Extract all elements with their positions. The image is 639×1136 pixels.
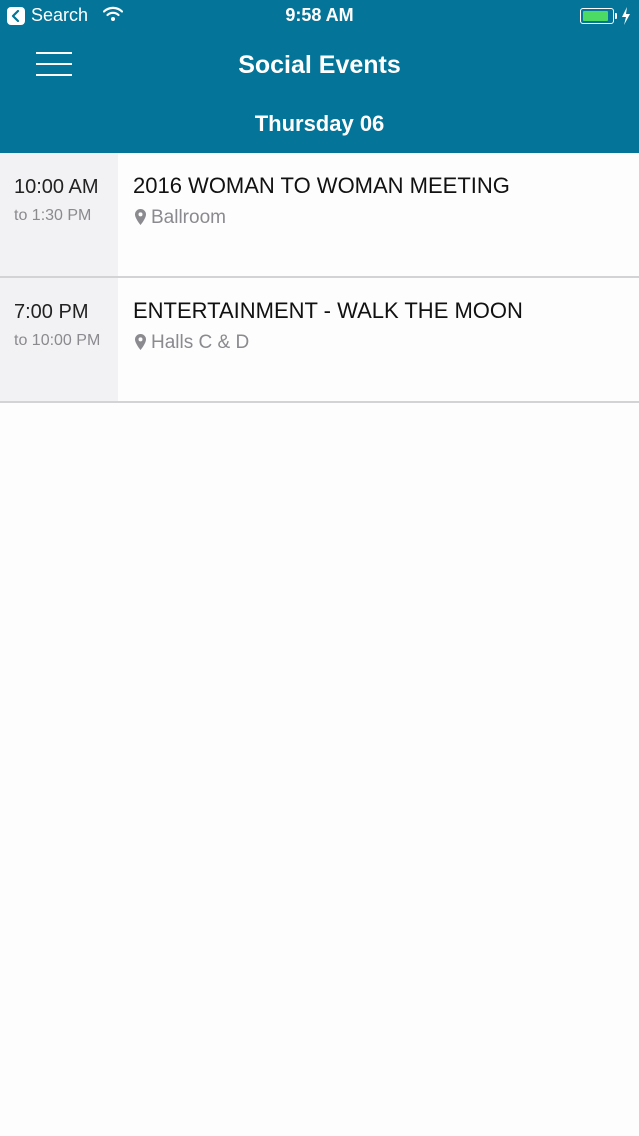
event-location: Ballroom <box>135 207 226 229</box>
event-title: 2016 WOMAN TO WOMAN MEETING <box>133 173 510 198</box>
event-location: Halls C & D <box>135 332 249 354</box>
battery-icon <box>580 8 614 24</box>
event-row[interactable]: 7:00 PM to 10:00 PM ENTERTAINMENT - WALK… <box>0 278 639 403</box>
battery-level-fill <box>583 11 608 21</box>
event-time-column: 10:00 AM to 1:30 PM <box>0 153 118 276</box>
page-title: Social Events <box>238 51 401 79</box>
charging-bolt-icon <box>622 7 630 25</box>
day-header: Thursday 06 <box>254 111 385 136</box>
event-time-column: 7:00 PM to 10:00 PM <box>0 278 118 401</box>
event-location-label: Ballroom <box>151 207 226 228</box>
location-pin-icon <box>135 209 146 225</box>
event-start-time: 10:00 AM <box>14 176 99 198</box>
event-title: ENTERTAINMENT - WALK THE MOON <box>133 298 523 323</box>
event-list: 10:00 AM to 1:30 PM 2016 WOMAN TO WOMAN … <box>0 153 639 403</box>
header: Search 9:58 AM Social Events Thursday 06 <box>0 0 639 153</box>
event-row[interactable]: 10:00 AM to 1:30 PM 2016 WOMAN TO WOMAN … <box>0 153 639 278</box>
event-start-time: 7:00 PM <box>14 301 89 323</box>
status-bar: Search 9:58 AM <box>0 0 639 32</box>
location-pin-icon <box>135 334 146 350</box>
status-time: 9:58 AM <box>285 5 354 25</box>
event-end-time: to 1:30 PM <box>14 207 92 224</box>
event-location-label: Halls C & D <box>151 332 250 353</box>
event-end-time: to 10:00 PM <box>14 332 101 349</box>
app-screen: Search 9:58 AM Social Events Thursday 06… <box>0 0 639 1136</box>
battery-nub <box>615 13 617 19</box>
